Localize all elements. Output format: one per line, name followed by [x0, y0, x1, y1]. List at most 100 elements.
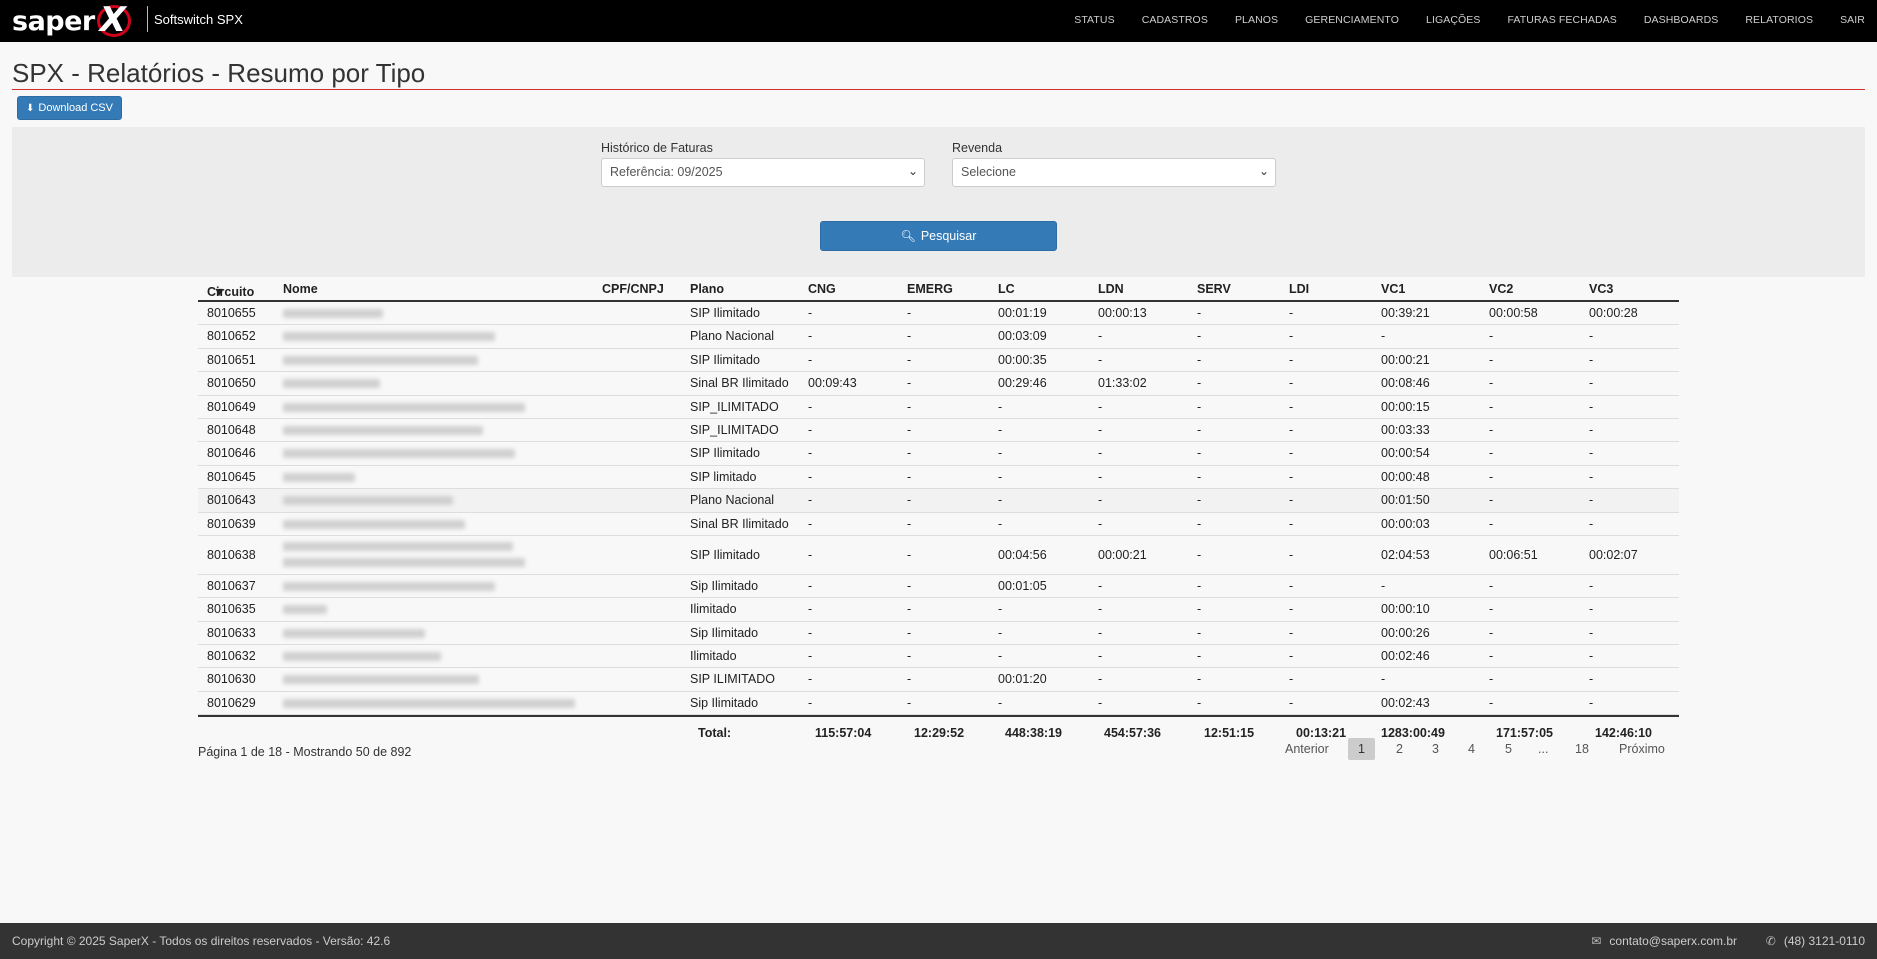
nav-status[interactable]: STATUS [1074, 14, 1114, 26]
table-row[interactable]: 8010632 Ilimitado - - - - - - 00:02:46 - - [198, 645, 1679, 669]
col-emerg[interactable]: EMERG [907, 282, 953, 296]
table-row[interactable]: 8010650 Sinal BR Ilimitado 00:09:43 - 00:29:… [198, 372, 1679, 396]
col-lc[interactable]: LC [998, 282, 1015, 296]
cell-ldi: - [1289, 376, 1294, 391]
chevron-down-icon: ⌄ [1258, 164, 1269, 178]
col-ldi[interactable]: LDI [1289, 282, 1309, 296]
col-vc3[interactable]: VC3 [1589, 282, 1613, 296]
download-csv-label: Download CSV [38, 102, 113, 114]
col-cng[interactable]: CNG [808, 282, 836, 296]
redacted-name [283, 379, 380, 389]
table-row[interactable]: 8010643 Plano Nacional - - - - - - 00:01:50 - - [198, 489, 1679, 513]
saperx-logo[interactable]: saper X [12, 0, 136, 42]
pagination-page-18[interactable]: 18 [1575, 742, 1589, 756]
cell-vc1: 00:02:46 [1381, 649, 1430, 664]
cell-lc: - [998, 516, 1003, 531]
nav-cadastros[interactable]: CADASTROS [1142, 14, 1208, 26]
search-button[interactable]: 🔍︎ Pesquisar [820, 221, 1057, 251]
cell-serv: - [1197, 649, 1202, 664]
footer-email[interactable]: ✉ contato@saperx.com.br [1591, 934, 1737, 948]
search-button-label: Pesquisar [920, 229, 977, 243]
col-nome[interactable]: Nome [283, 282, 318, 296]
nav-dashboards[interactable]: DASHBOARDS [1644, 14, 1719, 26]
cell-vc1: 00:00:21 [1381, 352, 1430, 367]
table-row[interactable]: 8010629 Sip Ilimitado - - - - - - 00:02:43 - - [198, 692, 1679, 716]
cell-vc1: 00:00:26 [1381, 625, 1430, 640]
nav-relatorios[interactable]: RELATORIOS [1745, 14, 1813, 26]
total-emerg: 12:29:52 [914, 726, 965, 741]
table-row[interactable]: 8010655 SIP Ilimitado - - 00:01:19 00:00:13 - -… [198, 302, 1679, 326]
envelope-icon: ✉ [1591, 934, 1602, 948]
cell-lc: - [998, 625, 1003, 640]
table-row[interactable]: 8010645 SIP limitado - - - - - - 00:00:48 - - [198, 466, 1679, 490]
pagination-page-3[interactable]: 3 [1432, 742, 1439, 756]
col-vc2[interactable]: VC2 [1489, 282, 1513, 296]
pagination-prev[interactable]: Anterior [1285, 742, 1329, 756]
pagination-next[interactable]: Próximo [1619, 742, 1665, 756]
col-cpf-cnpj[interactable]: CPF/CNPJ [602, 282, 664, 296]
nav-ligacoes[interactable]: LIGAÇÕES [1426, 14, 1480, 26]
cell-ldn: - [1098, 422, 1103, 437]
nav-faturas-fechadas[interactable]: FATURAS FECHADAS [1508, 14, 1617, 26]
table-row[interactable]: 8010637 Sip Ilimitado - - 00:01:05 - - - - - - [198, 575, 1679, 599]
sort-desc-icon[interactable]: ▼ [213, 285, 225, 299]
table-row[interactable]: 8010646 SIP Ilimitado - - - - - - 00:00:54 - - [198, 442, 1679, 466]
revenda-select[interactable]: Selecione ⌄ [952, 158, 1276, 187]
table-row[interactable]: 8010649 SIP_ILIMITADO - - - - - - 00:00:15 - - [198, 396, 1679, 419]
cell-vc2: - [1489, 446, 1494, 461]
cell-circuito: 8010633 [207, 625, 256, 640]
historico-select[interactable]: Referência: 09/2025 ⌄ [601, 158, 925, 187]
cell-cng: - [808, 625, 813, 640]
cell-circuito: 8010638 [207, 547, 256, 562]
cell-circuito: 8010645 [207, 469, 256, 484]
table-row[interactable]: 8010630 SIP ILIMITADO - - 00:01:20 - - - - - - [198, 668, 1679, 692]
cell-emerg: - [907, 602, 912, 617]
table-row[interactable]: 8010638 SIP Ilimitado - - 00:04:56 00:00:21 - -… [198, 536, 1679, 575]
cell-cng: - [808, 649, 813, 664]
nav-planos[interactable]: PLANOS [1235, 14, 1278, 26]
col-ldn[interactable]: LDN [1098, 282, 1124, 296]
pagination-page-5[interactable]: 5 [1505, 742, 1512, 756]
footer: Copyright © 2025 SaperX - Todos os direi… [0, 923, 1877, 959]
download-csv-button[interactable]: ⬇ Download CSV [17, 96, 122, 120]
col-serv[interactable]: SERV [1197, 282, 1231, 296]
table-row[interactable]: 8010633 Sip Ilimitado - - - - - - 00:00:26 - - [198, 622, 1679, 646]
table-row[interactable]: 8010652 Plano Nacional - - 00:03:09 - - - - - - [198, 325, 1679, 349]
cell-ldn: - [1098, 399, 1103, 414]
cell-lc: 00:01:19 [998, 306, 1047, 320]
cell-serv: - [1197, 672, 1202, 687]
cell-emerg: - [907, 469, 912, 484]
table-row[interactable]: 8010635 Ilimitado - - - - - - 00:00:10 - - [198, 598, 1679, 622]
cell-lc: - [998, 649, 1003, 664]
redacted-name [283, 557, 525, 567]
cell-emerg: - [907, 695, 912, 710]
cell-ldi: - [1289, 602, 1294, 617]
col-plano[interactable]: Plano [690, 282, 724, 296]
col-vc1[interactable]: VC1 [1381, 282, 1405, 296]
cell-circuito: 8010632 [207, 649, 256, 664]
cell-lc: 00:01:20 [998, 672, 1047, 687]
cell-ldi: - [1289, 469, 1294, 484]
cell-vc3: - [1589, 672, 1594, 687]
nav-sair[interactable]: SAIR [1840, 14, 1865, 26]
cell-serv: - [1197, 399, 1202, 414]
table-row[interactable]: 8010648 SIP_ILIMITADO - - - - - - 00:03:33 - - [198, 419, 1679, 443]
table-row[interactable]: 8010651 SIP Ilimitado - - 00:00:35 - - - 00:00:2… [198, 349, 1679, 373]
cell-vc3: - [1589, 493, 1594, 508]
cell-ldn: - [1098, 493, 1103, 508]
table-row[interactable]: 8010639 Sinal BR Ilimitado - - - - - - 00:00:03 -… [198, 513, 1679, 536]
cell-vc1: 00:00:15 [1381, 399, 1430, 414]
redacted-name [283, 309, 383, 318]
pagination-page-1[interactable]: 1 [1348, 738, 1375, 760]
cell-emerg: - [907, 547, 912, 562]
pagination-page-2[interactable]: 2 [1396, 742, 1403, 756]
cell-ldi: - [1289, 422, 1294, 437]
cell-circuito: 8010643 [207, 493, 256, 508]
pagination-page-4[interactable]: 4 [1468, 742, 1475, 756]
cell-ldi: - [1289, 547, 1294, 562]
nav-gerenciamento[interactable]: GERENCIAMENTO [1305, 14, 1399, 26]
cell-plano: SIP ILIMITADO [690, 672, 775, 687]
redacted-name [283, 355, 478, 365]
redacted-name [283, 449, 515, 459]
total-ldn: 454:57:36 [1104, 726, 1161, 741]
